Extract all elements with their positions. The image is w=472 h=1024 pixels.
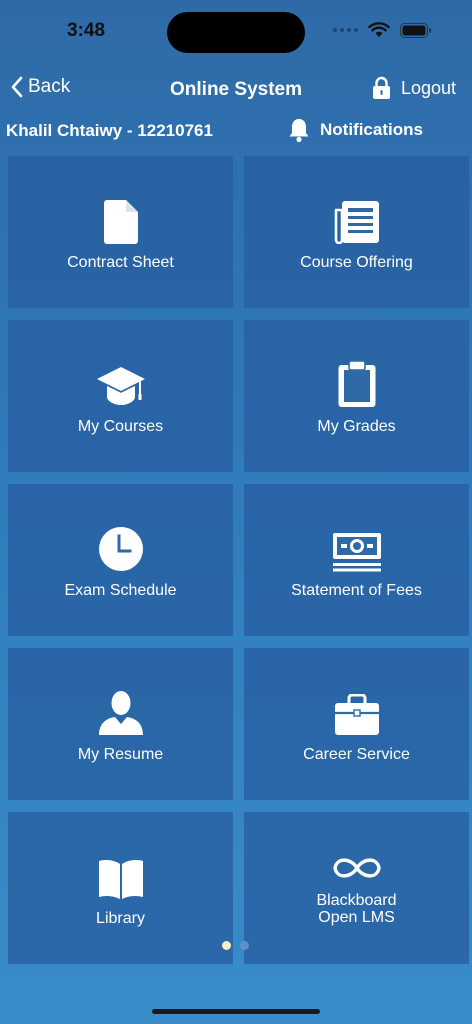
money-icon <box>332 532 381 571</box>
clock-icon <box>98 526 143 571</box>
person-icon <box>98 690 143 735</box>
status-icons <box>333 22 432 38</box>
tile-statement-of-fees[interactable]: Statement of Fees <box>244 484 469 636</box>
dynamic-island <box>167 12 305 53</box>
tile-label: Exam Schedule <box>64 581 177 599</box>
user-name: Khalil Chtaiwy - 12210761 <box>6 121 213 140</box>
graduation-cap-icon <box>96 366 145 405</box>
newspaper-icon <box>334 200 379 244</box>
status-bar: 3:48 <box>0 0 472 62</box>
briefcase-icon <box>334 693 379 735</box>
lock-icon <box>372 76 390 99</box>
page-indicator[interactable] <box>222 941 249 950</box>
tile-career-service[interactable]: Career Service <box>244 648 469 800</box>
bell-icon <box>289 119 309 143</box>
notifications-label: Notifications <box>320 120 423 139</box>
tile-label: Contract Sheet <box>67 253 174 271</box>
tile-my-resume[interactable]: My Resume <box>8 648 233 800</box>
document-icon <box>103 199 138 244</box>
tile-label: My Resume <box>77 745 164 763</box>
tile-course-offering[interactable]: Course Offering <box>244 156 469 308</box>
tile-label: Blackboard Open LMS <box>316 892 397 926</box>
tile-label: Statement of Fees <box>291 581 422 599</box>
menu-grid: Contract Sheet Course Offering My Course… <box>8 156 469 964</box>
notifications-button[interactable]: Notifications <box>288 117 423 143</box>
user-row: Khalil Chtaiwy - 12210761 Notifications <box>0 116 472 146</box>
clipboard-icon <box>338 359 375 407</box>
tile-label: My Courses <box>77 417 164 435</box>
battery-icon <box>400 22 431 38</box>
wifi-icon <box>368 22 390 37</box>
infinity-icon <box>332 858 381 878</box>
page-dot[interactable] <box>240 941 249 950</box>
cellular-icon <box>333 28 358 32</box>
home-indicator[interactable] <box>152 1009 320 1014</box>
tile-label: Career Service <box>303 745 410 763</box>
tile-contract-sheet[interactable]: Contract Sheet <box>8 156 233 308</box>
tile-exam-schedule[interactable]: Exam Schedule <box>8 484 233 636</box>
tile-blackboard-open-lms[interactable]: Blackboard Open LMS <box>244 812 469 964</box>
tile-label: Library <box>96 909 145 927</box>
logout-label: Logout <box>400 77 456 98</box>
book-icon <box>98 859 143 899</box>
tile-library[interactable]: Library <box>8 812 233 964</box>
nav-bar: Back Online System Logout <box>0 70 472 110</box>
tile-my-grades[interactable]: My Grades <box>244 320 469 472</box>
tile-label: Course Offering <box>300 253 413 271</box>
page-dot-active[interactable] <box>222 941 231 950</box>
status-time: 3:48 <box>67 20 106 41</box>
tile-label: My Grades <box>317 417 396 435</box>
tile-my-courses[interactable]: My Courses <box>8 320 233 472</box>
logout-button[interactable]: Logout <box>372 76 456 100</box>
